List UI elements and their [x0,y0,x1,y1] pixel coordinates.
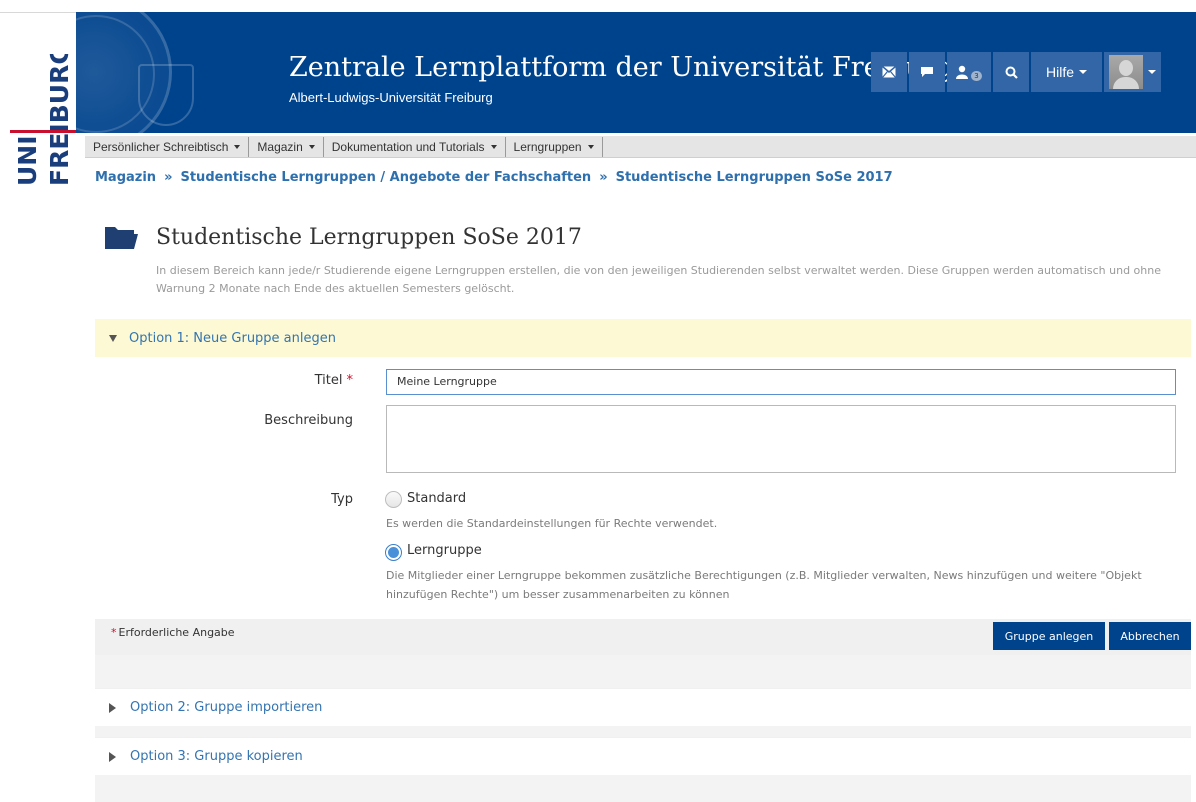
university-logo[interactable]: UNI FREIBURG [0,0,94,802]
mail-button[interactable] [871,52,907,92]
triangle-down-icon [109,334,117,342]
menu-study-groups[interactable]: Lerngruppen [506,136,603,157]
avatar [1109,55,1143,89]
user-menu[interactable] [1104,52,1161,92]
search-button[interactable] [993,52,1029,92]
help-label: Hilfe [1045,64,1074,80]
radio-study-group-label[interactable]: Lerngruppe [407,543,482,558]
site-subtitle: Albert-Ludwigs-Universität Freiburg [289,90,493,105]
radio-study-group[interactable] [385,544,402,561]
chat-icon [921,67,933,77]
mail-icon [882,66,896,78]
menu-repository[interactable]: Magazin [249,136,324,157]
menu-item-label: Dokumentation und Tutorials [331,139,485,154]
logo-line-uni: UNI [13,135,42,186]
form-footer: * Erforderliche Angabe Gruppe anlegen Abb… [95,619,1191,655]
radio-standard[interactable] [385,491,402,508]
option3-header[interactable]: Option 3: Gruppe kopieren [95,737,1191,775]
chevron-down-icon [234,144,241,149]
description-label: Beschreibung [264,413,353,428]
radio-study-group-help: Die Mitglieder einer Lerngruppe bekommen… [386,569,1142,601]
menu-item-label: Lerngruppen [513,139,582,154]
menu-item-label: Persönlicher Schreibtisch [93,139,229,154]
search-icon [1005,66,1018,79]
breadcrumb-separator: » [164,170,173,185]
chat-button[interactable] [909,52,945,92]
page-description: In diesem Bereich kann jede/r Studierend… [156,264,1161,295]
chevron-down-icon [490,144,497,149]
header-toolbar: 3 Hilfe [871,52,1161,92]
logo-line-freiburg: FREIBURG [45,54,74,186]
option3-label: Option 3: Gruppe kopieren [130,749,303,764]
create-group-button[interactable]: Gruppe anlegen [993,622,1105,650]
site-header: Zentrale Lernplattform der Universität F… [76,12,1196,133]
breadcrumb-item[interactable]: Studentische Lerngruppen / Angebote der … [180,170,591,185]
options-background [95,655,1191,802]
site-title: Zentrale Lernplattform der Universität F… [289,52,954,83]
breadcrumb-item[interactable]: Studentische Lerngruppen SoSe 2017 [616,170,893,185]
triangle-right-icon [109,751,116,762]
uni-freiburg-wordmark: UNI FREIBURG [13,54,74,186]
required-star: * [346,373,354,388]
title-label: Titel * [314,373,354,388]
chevron-down-icon [1079,70,1087,74]
breadcrumb-separator: » [599,170,608,185]
type-label: Typ [331,492,353,507]
users-badge: 3 [971,71,982,81]
users-icon [956,65,969,79]
triangle-right-icon [109,702,116,713]
menu-documentation[interactable]: Dokumentation und Tutorials [324,136,506,157]
option2-header[interactable]: Option 2: Gruppe importieren [95,688,1191,726]
folder-open-icon [105,227,138,249]
description-textarea[interactable] [386,405,1176,473]
breadcrumb-item[interactable]: Magazin [95,170,156,185]
seal-shield-icon [138,64,194,126]
option1-header[interactable]: Option 1: Neue Gruppe anlegen [95,319,1191,357]
users-button[interactable]: 3 [947,52,991,92]
menu-item-label: Magazin [257,139,303,154]
option2-label: Option 2: Gruppe importieren [130,700,323,715]
required-note: * Erforderliche Angabe [111,626,235,639]
logo-top-rule [0,12,76,13]
menu-personal-desktop[interactable]: Persönlicher Schreibtisch [85,136,250,157]
breadcrumb: Magazin » Studentische Lerngruppen / Angeb… [95,170,893,185]
radio-standard-label[interactable]: Standard [407,491,466,506]
title-input[interactable]: Meine Lerngruppe [386,369,1176,395]
page-title: Studentische Lerngruppen SoSe 2017 [156,225,582,250]
create-group-form: Titel * Meine Lerngruppe Beschreibung Typ… [95,357,1191,619]
chevron-down-icon [587,144,594,149]
chevron-down-icon [308,144,315,149]
chevron-down-icon [1148,70,1156,74]
option1-label: Option 1: Neue Gruppe anlegen [129,330,336,346]
radio-standard-help: Es werden die Standardeinstellungen für … [386,517,718,530]
help-dropdown[interactable]: Hilfe [1031,52,1102,92]
required-star: * [111,626,117,639]
main-menu: Persönlicher Schreibtisch Magazin Dokume… [85,136,1196,158]
cancel-button[interactable]: Abbrechen [1109,622,1191,650]
